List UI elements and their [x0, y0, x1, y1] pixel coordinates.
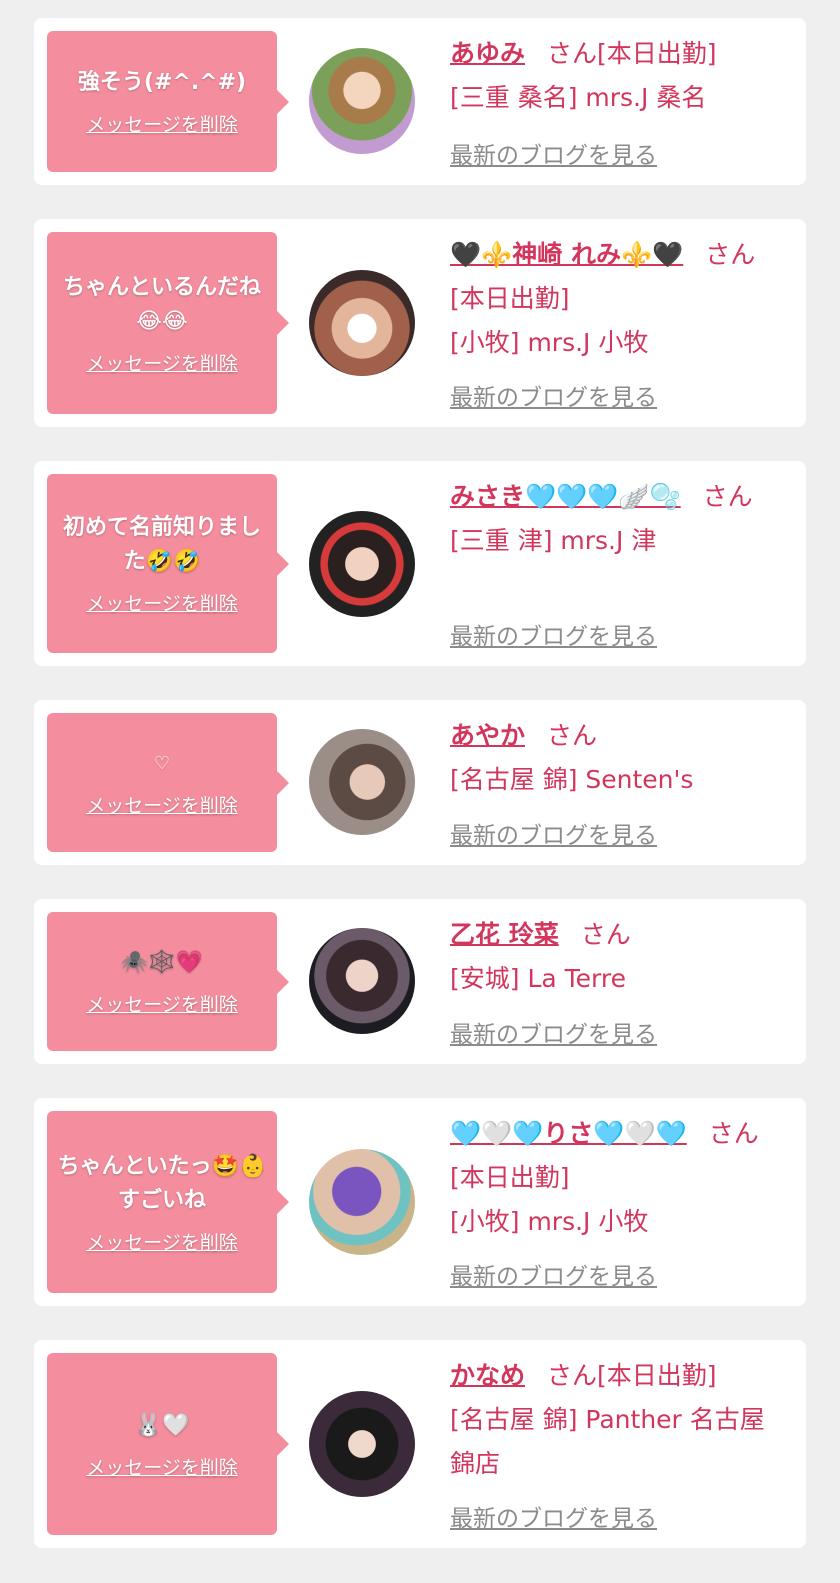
- profile-name-link[interactable]: 乙花 玲菜: [450, 920, 559, 949]
- message-bubble: 強そう(#^.^#) メッセージを削除: [47, 31, 289, 172]
- message-bubble: ♡ メッセージを削除: [47, 713, 289, 852]
- message-text: ♡: [153, 753, 171, 774]
- latest-blog-link[interactable]: 最新のブログを見る: [450, 378, 657, 412]
- list-item: ♡ メッセージを削除 あやか さん [名古屋 錦] Senten's 最新のブログ…: [34, 700, 806, 865]
- message-bubble: 🐰🤍 メッセージを削除: [47, 1353, 289, 1535]
- latest-blog-link[interactable]: 最新のブログを見る: [450, 136, 657, 170]
- message-bubble: 🕷️🕸️💗 メッセージを削除: [47, 912, 289, 1051]
- avatar[interactable]: [309, 1149, 415, 1255]
- shop-label: [三重 桑名] mrs.J 桑名: [450, 83, 707, 112]
- shop-label: [三重 津] mrs.J 津: [450, 526, 657, 555]
- message-bubble: 初めて名前知りました🤣🤣 メッセージを削除: [47, 474, 289, 653]
- delete-message-link[interactable]: メッセージを削除: [86, 349, 238, 376]
- avatar[interactable]: [309, 1391, 415, 1497]
- message-text: 初めて名前知りました🤣🤣: [62, 515, 261, 574]
- profile-info: 🩵🤍🩵りさ🩵🤍🩵 さん[本日出勤] [小牧] mrs.J 小牧: [450, 1112, 784, 1244]
- message-text: 🐰🤍: [134, 1412, 190, 1438]
- avatar[interactable]: [309, 511, 415, 617]
- list-item: ちゃんといるんだね😂😂 メッセージを削除 🖤⚜️神崎 れみ⚜️🖤 さん[本日出勤]…: [34, 219, 806, 427]
- latest-blog-link[interactable]: 最新のブログを見る: [450, 1499, 657, 1533]
- name-suffix: さん: [547, 721, 598, 750]
- profile-name-link[interactable]: あやか: [450, 721, 525, 750]
- profile-info: あゆみ さん[本日出勤] [三重 桑名] mrs.J 桑名: [450, 32, 784, 120]
- delete-message-link[interactable]: メッセージを削除: [86, 1228, 238, 1255]
- profile-name-link[interactable]: 🖤⚜️神崎 れみ⚜️🖤: [450, 240, 683, 269]
- message-bubble: ちゃんといたっ🤩👶すごいね メッセージを削除: [47, 1111, 289, 1293]
- shop-label: [名古屋 錦] Panther 名古屋錦店: [450, 1405, 765, 1478]
- list-item: ちゃんといたっ🤩👶すごいね メッセージを削除 🩵🤍🩵りさ🩵🤍🩵 さん[本日出勤] …: [34, 1098, 806, 1306]
- message-text: 強そう(#^.^#): [77, 70, 247, 95]
- message-text: ちゃんといるんだね😂😂: [62, 274, 261, 334]
- message-text: 🕷️🕸️💗: [120, 950, 204, 975]
- message-list: 強そう(#^.^#) メッセージを削除 あゆみ さん[本日出勤] [三重 桑名] …: [0, 0, 840, 1583]
- message-text: ちゃんといたっ🤩👶すごいね: [57, 1153, 267, 1213]
- latest-blog-link[interactable]: 最新のブログを見る: [450, 816, 657, 850]
- profile-name-link[interactable]: かなめ: [450, 1361, 525, 1390]
- avatar[interactable]: [309, 729, 415, 835]
- delete-message-link[interactable]: メッセージを削除: [86, 1453, 238, 1480]
- delete-message-link[interactable]: メッセージを削除: [86, 791, 238, 818]
- profile-name-link[interactable]: 🩵🤍🩵りさ🩵🤍🩵: [450, 1119, 687, 1148]
- profile-info: 乙花 玲菜 さん [安城] La Terre: [450, 913, 784, 1001]
- shop-label: [小牧] mrs.J 小牧: [450, 1207, 649, 1236]
- delete-message-link[interactable]: メッセージを削除: [86, 110, 238, 137]
- profile-info: あやか さん [名古屋 錦] Senten's: [450, 714, 784, 802]
- profile-name-link[interactable]: みさき🩵🩵🩵🪽🫧: [450, 482, 681, 511]
- shop-label: [安城] La Terre: [450, 964, 627, 993]
- latest-blog-link[interactable]: 最新のブログを見る: [450, 617, 657, 651]
- list-item: 初めて名前知りました🤣🤣 メッセージを削除 みさき🩵🩵🩵🪽🫧 さん [三重 津] …: [34, 461, 806, 666]
- message-bubble: ちゃんといるんだね😂😂 メッセージを削除: [47, 232, 289, 414]
- latest-blog-link[interactable]: 最新のブログを見る: [450, 1015, 657, 1049]
- list-item: 強そう(#^.^#) メッセージを削除 あゆみ さん[本日出勤] [三重 桑名] …: [34, 18, 806, 185]
- profile-name-link[interactable]: あゆみ: [450, 39, 525, 68]
- profile-info: 🖤⚜️神崎 れみ⚜️🖤 さん[本日出勤] [小牧] mrs.J 小牧: [450, 233, 784, 365]
- profile-info: かなめ さん[本日出勤] [名古屋 錦] Panther 名古屋錦店: [450, 1354, 784, 1486]
- delete-message-link[interactable]: メッセージを削除: [86, 990, 238, 1017]
- avatar[interactable]: [309, 48, 415, 154]
- shop-label: [小牧] mrs.J 小牧: [450, 328, 649, 357]
- avatar[interactable]: [309, 270, 415, 376]
- shop-label: [名古屋 錦] Senten's: [450, 765, 694, 794]
- name-suffix: さん: [580, 920, 631, 949]
- profile-info: みさき🩵🩵🩵🪽🫧 さん [三重 津] mrs.J 津: [450, 475, 784, 563]
- delete-message-link[interactable]: メッセージを削除: [86, 589, 238, 616]
- latest-blog-link[interactable]: 最新のブログを見る: [450, 1257, 657, 1291]
- list-item: 🐰🤍 メッセージを削除 かなめ さん[本日出勤] [名古屋 錦] Panther …: [34, 1340, 806, 1548]
- name-suffix: さん: [702, 482, 753, 511]
- avatar[interactable]: [309, 928, 415, 1034]
- name-suffix: さん[本日出勤]: [547, 1361, 717, 1390]
- name-suffix: さん[本日出勤]: [547, 39, 717, 68]
- list-item: 🕷️🕸️💗 メッセージを削除 乙花 玲菜 さん [安城] La Terre 最新の…: [34, 899, 806, 1064]
